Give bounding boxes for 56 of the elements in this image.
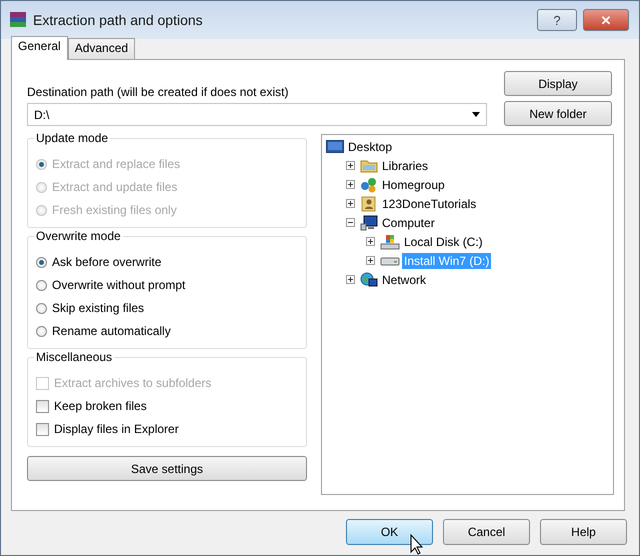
checkbox[interactable]	[36, 400, 49, 412]
expand-icon[interactable]	[346, 161, 355, 170]
desktop-icon	[326, 140, 344, 154]
tree-item[interactable]: Homegroup	[380, 176, 447, 192]
tab[interactable]: General	[11, 36, 68, 60]
path-combo-box[interactable]: D:\	[27, 103, 487, 126]
radio-button[interactable]	[36, 280, 47, 290]
collapse-icon[interactable]	[346, 218, 355, 227]
option-label: Extract archives to subfolders	[54, 376, 212, 390]
computer-icon	[360, 214, 378, 230]
group-title: Overwrite mode	[34, 229, 123, 243]
radio-button[interactable]	[36, 326, 47, 336]
option-label: Overwrite without prompt	[52, 278, 186, 292]
window-title: Extraction path and options	[33, 12, 204, 28]
radio-button[interactable]	[36, 302, 47, 314]
help-button[interactable]: ?	[537, 9, 577, 31]
expand-icon[interactable]	[346, 180, 355, 189]
option-label: Extract and replace files	[52, 157, 180, 171]
option-label: Extract and update files	[52, 180, 178, 194]
archive-books-icon	[9, 11, 27, 29]
disk-drive-icon	[380, 234, 400, 250]
expand-icon[interactable]	[346, 275, 355, 284]
push-button[interactable]: Display	[504, 71, 612, 96]
group-title: Update mode	[34, 131, 110, 145]
people-icon	[360, 176, 378, 192]
radio-button[interactable]	[36, 256, 47, 268]
expand-icon[interactable]	[366, 237, 375, 246]
user-folder-icon	[360, 196, 378, 212]
folder-icon	[360, 158, 378, 173]
tree-item[interactable]: Desktop	[346, 138, 394, 154]
option-label: Fresh existing files only	[52, 203, 177, 217]
option-label: Rename automatically	[52, 324, 171, 338]
tree-item[interactable]: Computer	[380, 214, 437, 230]
disk-drive-icon	[380, 256, 400, 266]
tree-item[interactable]: Network	[380, 272, 428, 288]
dialog-button[interactable]: OK	[346, 519, 433, 545]
mouse-cursor-icon	[410, 534, 423, 555]
group-title: Miscellaneous	[34, 350, 114, 364]
dialog-button[interactable]: Help	[540, 519, 627, 545]
expand-icon[interactable]	[366, 256, 375, 265]
field-label: Destination path (will be created if does not exist)	[27, 85, 290, 99]
tree-item[interactable]: 123DoneTutorials	[380, 196, 478, 212]
option-label: Keep broken files	[54, 399, 147, 413]
tree-item[interactable]: Libraries	[380, 158, 430, 174]
expand-icon[interactable]	[346, 199, 355, 208]
push-button[interactable]: New folder	[504, 101, 612, 126]
dialog-button[interactable]: Cancel	[443, 519, 530, 545]
option-label: Display files in Explorer	[54, 422, 179, 436]
network-icon	[360, 272, 378, 288]
dropdown-arrow-icon	[472, 112, 480, 117]
option-label: Ask before overwrite	[52, 255, 162, 269]
tab[interactable]: Advanced	[68, 38, 136, 59]
option-label: Skip existing files	[52, 301, 144, 315]
checkbox[interactable]	[36, 422, 49, 436]
tree-item[interactable]: Local Disk (C:)	[402, 234, 485, 250]
save-settings-button[interactable]: Save settings	[27, 456, 307, 481]
